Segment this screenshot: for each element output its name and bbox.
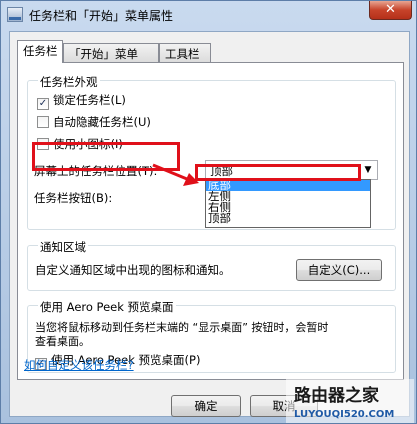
autohide-label: 自动隐藏任务栏(U) (53, 115, 151, 129)
svg-text:路由器之家: 路由器之家 (294, 385, 379, 406)
option-left[interactable]: 左侧 (206, 191, 370, 202)
autohide-checkbox[interactable] (37, 116, 49, 128)
position-dropdown-list: 底部 左侧 右侧 顶部 (205, 179, 371, 228)
properties-window: 任务栏和「开始」菜单属性 ✕ 任务栏 「开始」菜单 工具栏 任务栏外观 ✓ 锁定任… (0, 0, 417, 424)
group-title-notify: 通知区域 (38, 239, 88, 255)
close-button[interactable]: ✕ (369, 1, 412, 20)
svg-text:LUYOUQI520.COM: LUYOUQI520.COM (294, 409, 394, 420)
group-title-appearance: 任务栏外观 (38, 74, 100, 90)
help-link[interactable]: 如何自定义该任务栏? (24, 357, 134, 373)
tab-taskbar[interactable]: 任务栏 (17, 40, 63, 63)
tab-panel-taskbar: 任务栏外观 ✓ 锁定任务栏(L) 自动隐藏任务栏(U) 使用小图标(I) 屏幕上的… (17, 62, 404, 380)
chevron-down-icon: ▼ (364, 165, 372, 175)
ok-button[interactable]: 确定 (171, 395, 241, 417)
notify-description: 自定义通知区域中出现的图标和通知。 (35, 263, 231, 277)
lock-taskbar-label: 锁定任务栏(L) (53, 93, 126, 107)
aero-description-line2: 查看桌面。 (35, 335, 90, 348)
tab-toolbars[interactable]: 工具栏 (159, 43, 211, 62)
lock-taskbar-option[interactable]: ✓ 锁定任务栏(L) (37, 92, 126, 110)
option-top[interactable]: 顶部 (206, 213, 370, 224)
tab-start-menu[interactable]: 「开始」菜单 (63, 43, 159, 62)
lock-taskbar-checkbox[interactable]: ✓ (37, 98, 49, 110)
customize-button[interactable]: 自定义(C)... (296, 259, 382, 281)
option-right[interactable]: 右侧 (206, 202, 370, 213)
dialog-client: 任务栏 「开始」菜单 工具栏 任务栏外观 ✓ 锁定任务栏(L) 自动隐藏任务栏(U… (9, 31, 410, 417)
group-title-aero: 使用 Aero Peek 预览桌面 (38, 299, 176, 315)
window-title: 任务栏和「开始」菜单属性 (29, 9, 174, 23)
watermark-logo: 路由器之家 LUYOUQI520.COM (286, 379, 414, 423)
taskbar-buttons-label: 任务栏按钮(B): (34, 191, 113, 205)
annotation-box-bottom-option (195, 164, 361, 181)
group-notification-area: 通知区域 自定义通知区域中出现的图标和通知。 自定义(C)... (27, 239, 396, 291)
annotation-arrow-icon (152, 163, 199, 186)
option-bottom[interactable]: 底部 (206, 180, 370, 191)
title-bar[interactable]: 任务栏和「开始」菜单属性 ✕ (1, 1, 417, 29)
autohide-option[interactable]: 自动隐藏任务栏(U) (37, 114, 151, 130)
taskbar-app-icon (7, 7, 23, 22)
